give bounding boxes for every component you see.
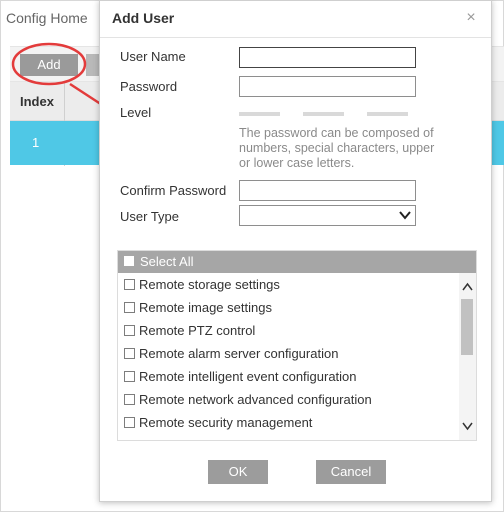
confirm-password-label: Confirm Password	[120, 183, 227, 198]
close-icon[interactable]: ×	[461, 8, 481, 28]
list-item[interactable]: Remote alarm server configuration	[118, 343, 458, 366]
add-user-dialog: Add User × User Name Password Level The …	[99, 0, 492, 502]
list-item[interactable]: Remote network advanced configuration	[118, 389, 458, 412]
permission-label: Remote PTZ control	[139, 323, 256, 338]
chevron-down-icon	[399, 211, 411, 220]
level-label: Level	[120, 105, 152, 120]
list-item[interactable]: Remote PTZ control	[118, 320, 458, 343]
dialog-titlebar: Add User ×	[100, 1, 491, 38]
strength-bar-strong	[367, 112, 408, 116]
list-item[interactable]: Remote security management	[118, 412, 458, 435]
permission-label: Remote security management	[139, 415, 313, 430]
permission-checkbox[interactable]	[124, 394, 135, 405]
permission-label: Remote storage settings	[139, 277, 280, 292]
permission-label: Remote network advanced configuration	[139, 392, 372, 407]
table-cell-index: 1	[32, 135, 40, 150]
list-item[interactable]: Remote image settings	[118, 297, 458, 320]
permission-checkbox[interactable]	[124, 302, 135, 313]
chevron-up-icon[interactable]	[461, 281, 474, 293]
permission-list: Select All Remote storage settings Remot…	[117, 250, 477, 441]
password-input[interactable]	[239, 76, 416, 97]
strength-bar-medium	[303, 112, 344, 116]
permission-checkbox[interactable]	[124, 279, 135, 290]
permission-checkbox[interactable]	[124, 348, 135, 359]
scrollbar[interactable]	[459, 273, 476, 440]
chevron-down-icon[interactable]	[461, 420, 474, 432]
password-label: Password	[120, 79, 178, 94]
password-hint: The password can be composed of numbers,…	[239, 126, 435, 170]
select-all-checkbox[interactable]	[124, 256, 134, 266]
user-type-select[interactable]	[239, 205, 416, 226]
cancel-button[interactable]: Cancel	[316, 460, 386, 484]
list-item[interactable]: Remote intelligent event configuration	[118, 366, 458, 389]
username-label: User Name	[120, 49, 186, 64]
breadcrumb[interactable]: Config Home	[6, 10, 88, 26]
select-all-row[interactable]: Select All	[118, 251, 476, 273]
dialog-title: Add User	[112, 10, 175, 26]
permission-checkbox[interactable]	[124, 417, 135, 428]
select-all-label: Select All	[140, 254, 194, 269]
permission-label: Remote image settings	[139, 300, 272, 315]
permission-checkbox[interactable]	[124, 325, 135, 336]
ok-button[interactable]: OK	[208, 460, 268, 484]
strength-bar-weak	[239, 112, 280, 116]
username-input[interactable]	[239, 47, 416, 68]
add-user-button[interactable]: Add	[20, 54, 78, 76]
scrollbar-thumb[interactable]	[461, 299, 473, 355]
permission-label: Remote alarm server configuration	[139, 346, 339, 361]
permission-checkbox[interactable]	[124, 371, 135, 382]
column-header-index: Index	[20, 94, 54, 109]
confirm-password-input[interactable]	[239, 180, 416, 201]
user-type-label: User Type	[120, 209, 180, 224]
list-item[interactable]: Remote storage settings	[118, 274, 458, 297]
permission-label: Remote intelligent event configuration	[139, 369, 357, 384]
